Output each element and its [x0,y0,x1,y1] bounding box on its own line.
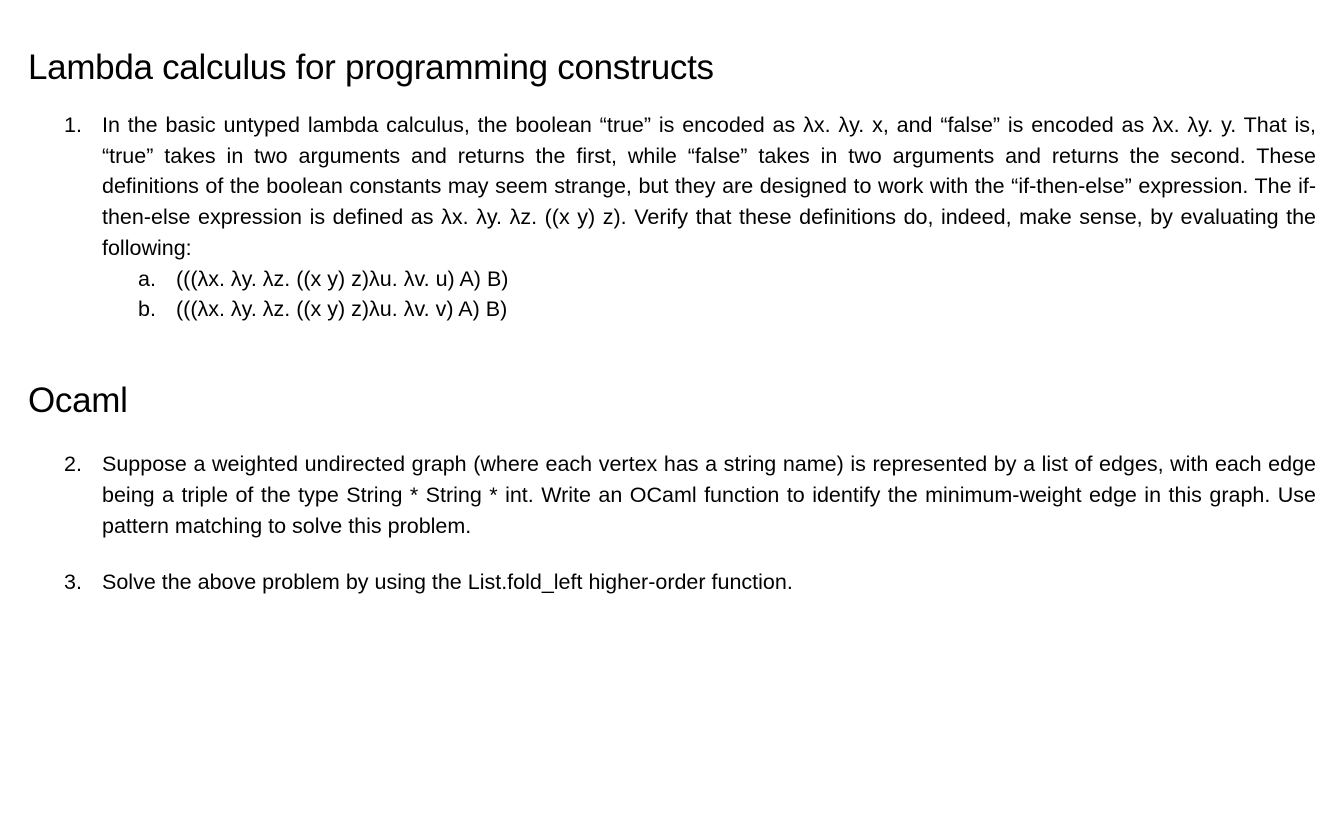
problem-list-3: 3. Solve the above problem by using the … [28,567,1316,598]
problem-3-text: Solve the above problem by using the Lis… [102,570,793,594]
problem-list-2: 2. Suppose a weighted undirected graph (… [28,449,1316,541]
section-heading-ocaml: Ocaml [28,381,1316,421]
problem-1a: a. (((λx. λy. λz. ((x y) z)λu. λv. u) A)… [176,264,1316,295]
problem-2-text: Suppose a weighted undirected graph (whe… [102,452,1316,537]
list-marker-2: 2. [64,449,82,480]
problem-2: 2. Suppose a weighted undirected graph (… [102,449,1316,541]
problem-list-1: 1. In the basic untyped lambda calculus,… [28,110,1316,325]
list-marker-3: 3. [64,567,82,598]
sublist-marker-b: b. [138,294,156,325]
section-heading-lambda: Lambda calculus for programming construc… [28,48,1316,88]
problem-1b: b. (((λx. λy. λz. ((x y) z)λu. λv. v) A)… [176,294,1316,325]
sublist-marker-a: a. [138,264,156,295]
list-marker-1: 1. [64,110,82,141]
problem-1: 1. In the basic untyped lambda calculus,… [102,110,1316,325]
problem-1a-text: (((λx. λy. λz. ((x y) z)λu. λv. u) A) B) [176,267,508,291]
problem-1-text: In the basic untyped lambda calculus, th… [102,113,1316,260]
problem-1-sublist: a. (((λx. λy. λz. ((x y) z)λu. λv. u) A)… [102,264,1316,325]
problem-3: 3. Solve the above problem by using the … [102,567,1316,598]
problem-1b-text: (((λx. λy. λz. ((x y) z)λu. λv. v) A) B) [176,297,507,321]
